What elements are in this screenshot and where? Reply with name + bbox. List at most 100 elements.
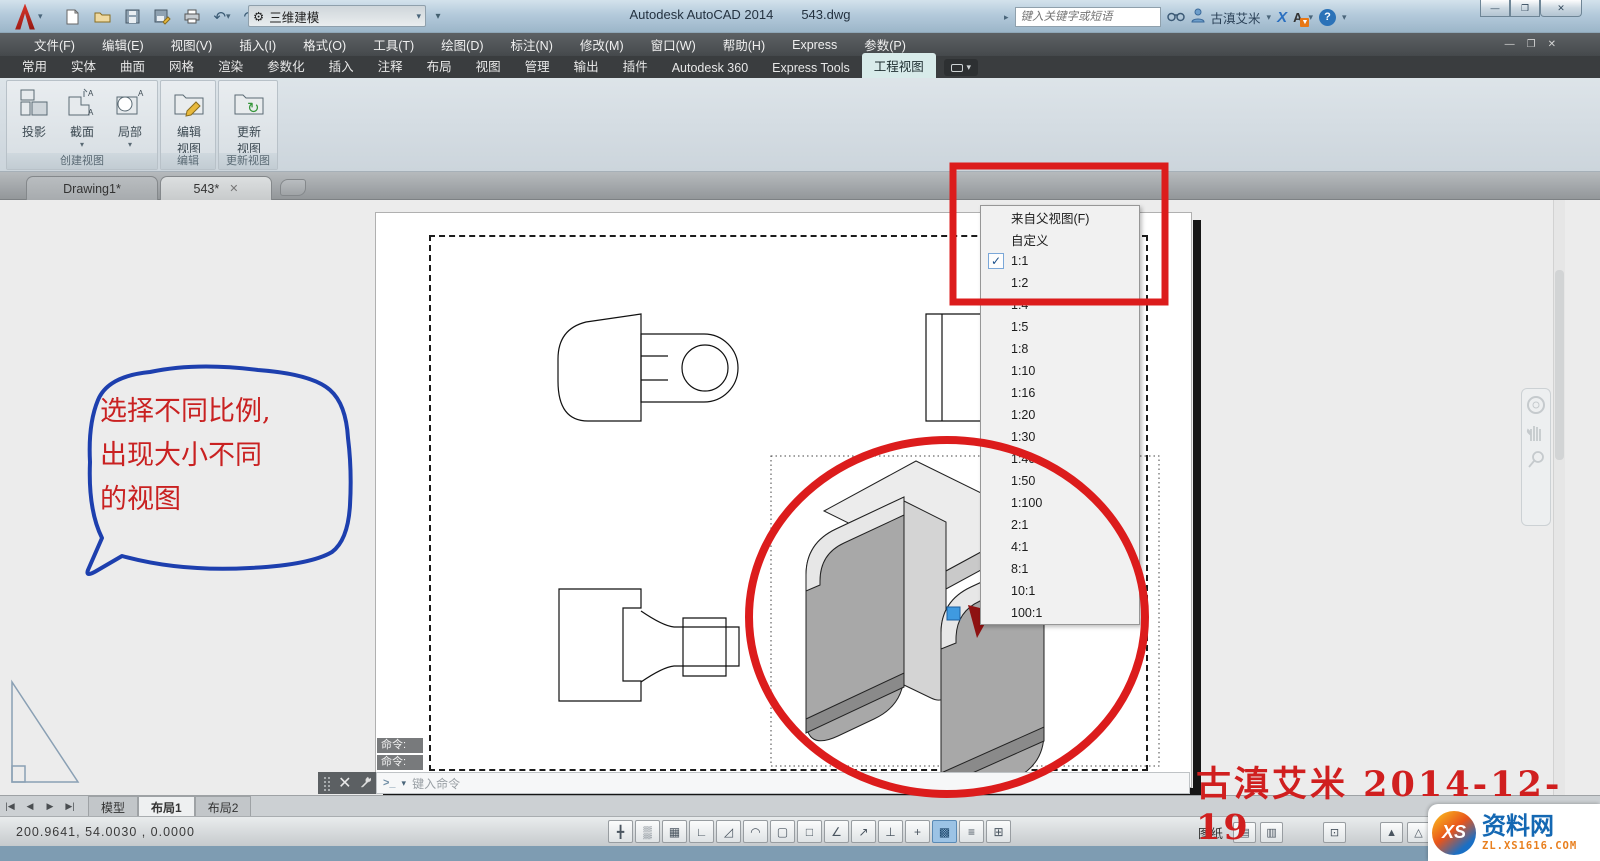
scale-option-4-1[interactable]: 4:1 xyxy=(981,536,1139,558)
menu-help[interactable]: 帮助(H) xyxy=(723,35,765,54)
quick-properties-toggle[interactable]: ≡ xyxy=(959,820,984,843)
isodraft-toggle[interactable]: ◠ xyxy=(743,820,768,843)
command-bar-grip[interactable]: ✕ xyxy=(318,772,376,794)
scale-option-1-2[interactable]: 1:2 xyxy=(981,272,1139,294)
ribbon-display-button[interactable]: ▾ xyxy=(944,59,978,76)
close-button[interactable]: ✕ xyxy=(1540,0,1582,17)
selection-cycling-toggle[interactable]: ⊞ xyxy=(986,820,1011,843)
panel-label-edit[interactable]: 编辑 xyxy=(161,153,215,169)
menu-file[interactable]: 文件(F) xyxy=(34,35,75,54)
scale-option-1-30[interactable]: 1:30 xyxy=(981,426,1139,448)
scale-option-1-40[interactable]: 1:40 xyxy=(981,448,1139,470)
command-input[interactable]: >_ ▾ 键入命令 xyxy=(376,772,1190,794)
new-file-button[interactable] xyxy=(60,5,84,28)
menu-parameters[interactable]: 参数(P) xyxy=(864,35,906,54)
ribbon-tab-surface[interactable]: 曲面 xyxy=(108,53,157,78)
grip-square[interactable] xyxy=(947,607,960,620)
tab-layout1[interactable]: 布局1 xyxy=(138,796,195,818)
scale-option-1-8[interactable]: 1:8 xyxy=(981,338,1139,360)
scale-option-1-1-checked[interactable]: ✓1:1 xyxy=(981,250,1139,272)
grid-dots-toggle[interactable]: ▒ xyxy=(635,820,660,843)
update-view-button[interactable]: ↻ 更新 视图 xyxy=(226,85,272,157)
scale-option-1-50[interactable]: 1:50 xyxy=(981,470,1139,492)
save-button[interactable] xyxy=(120,5,144,28)
exchange-apps-icon[interactable]: X xyxy=(1277,9,1287,26)
menu-edit[interactable]: 编辑(E) xyxy=(102,35,144,54)
scale-option-1-20[interactable]: 1:20 xyxy=(981,404,1139,426)
ribbon-tab-render[interactable]: 渲染 xyxy=(206,53,255,78)
menu-draw[interactable]: 绘图(D) xyxy=(441,35,483,54)
scale-option-10-1[interactable]: 10:1 xyxy=(981,580,1139,602)
panel-label-update-view[interactable]: 更新视图 xyxy=(219,153,277,169)
first-layout-button[interactable]: |◀ xyxy=(0,801,20,812)
ribbon-tab-output[interactable]: 输出 xyxy=(562,53,611,78)
last-layout-button[interactable]: ▶| xyxy=(60,801,80,812)
close-icon[interactable]: ✕ xyxy=(338,773,351,793)
workspace-selector[interactable]: ⚙ 三维建模 ▾ xyxy=(248,5,426,27)
projection-view-button[interactable]: 投影 xyxy=(11,85,57,140)
search-binoculars-icon[interactable] xyxy=(1167,9,1185,25)
ribbon-tab-autodesk360[interactable]: Autodesk 360 xyxy=(660,58,760,78)
new-drawing-button[interactable] xyxy=(280,179,306,196)
ribbon-tab-view[interactable]: 视图 xyxy=(464,53,513,78)
file-tab-drawing1[interactable]: Drawing1* xyxy=(26,176,158,200)
open-file-button[interactable] xyxy=(90,5,114,28)
chevron-down-icon[interactable]: ▾ xyxy=(402,778,407,789)
front-view[interactable] xyxy=(559,589,739,701)
minimize-button[interactable]: — xyxy=(1480,0,1510,17)
save-as-button[interactable] xyxy=(150,5,174,28)
ribbon-tab-plugins[interactable]: 插件 xyxy=(611,53,660,78)
wrench-icon[interactable] xyxy=(358,776,371,790)
scale-option-1-4[interactable]: 1:4 xyxy=(981,294,1139,316)
ribbon-tab-manage[interactable]: 管理 xyxy=(513,53,562,78)
scale-option-from-parent[interactable]: 来自父视图(F) xyxy=(981,206,1139,228)
menu-express[interactable]: Express xyxy=(792,38,837,52)
application-menu-button[interactable]: ▾ xyxy=(8,1,54,32)
doc-close-button[interactable]: ✕ xyxy=(1548,39,1556,50)
infocenter-collapse-icon[interactable]: ▸ xyxy=(1004,12,1009,23)
help-button[interactable]: ? xyxy=(1319,9,1336,26)
file-tab-543[interactable]: 543* ✕ xyxy=(160,176,272,200)
dynamic-ucs-toggle[interactable]: ↗ xyxy=(851,820,876,843)
undo-button[interactable]: ↶▾ xyxy=(210,5,234,28)
ortho-toggle[interactable]: ∟ xyxy=(689,820,714,843)
menu-insert[interactable]: 插入(I) xyxy=(239,35,276,54)
otrack-toggle[interactable]: ∠ xyxy=(824,820,849,843)
ribbon-tab-layout[interactable]: 布局 xyxy=(415,53,464,78)
osnap-toggle[interactable]: ▢ xyxy=(770,820,795,843)
polar-toggle[interactable]: ◿ xyxy=(716,820,741,843)
lineweight-toggle[interactable]: + xyxy=(905,820,930,843)
close-tab-icon[interactable]: ✕ xyxy=(229,182,238,195)
ribbon-tab-parametric[interactable]: 参数化 xyxy=(255,53,317,78)
search-input[interactable] xyxy=(1015,7,1161,27)
plot-button[interactable] xyxy=(180,5,204,28)
scale-option-1-10[interactable]: 1:10 xyxy=(981,360,1139,382)
menu-window[interactable]: 窗口(W) xyxy=(651,35,696,54)
doc-minimize-button[interactable]: — xyxy=(1505,39,1515,50)
detail-view-button[interactable]: A 局部 ▾ xyxy=(107,85,153,149)
autodesk360-icon[interactable]: A▼ xyxy=(1293,10,1302,25)
chevron-down-icon[interactable]: ▾ xyxy=(1267,12,1272,23)
vertical-scrollbar[interactable] xyxy=(1553,200,1565,795)
scale-option-1-5[interactable]: 1:5 xyxy=(981,316,1139,338)
grid-toggle[interactable]: ▦ xyxy=(662,820,687,843)
ribbon-tab-solid[interactable]: 实体 xyxy=(59,53,108,78)
scale-option-1-16[interactable]: 1:16 xyxy=(981,382,1139,404)
menu-modify[interactable]: 修改(M) xyxy=(580,35,624,54)
scale-option-custom[interactable]: 自定义 xyxy=(981,228,1139,250)
ribbon-tab-express-tools[interactable]: Express Tools xyxy=(760,58,862,78)
dynamic-input-toggle[interactable]: ⊥ xyxy=(878,820,903,843)
scale-option-2-1[interactable]: 2:1 xyxy=(981,514,1139,536)
scale-option-100-1[interactable]: 100:1 xyxy=(981,602,1139,624)
toolbar-options-button[interactable]: ▾ xyxy=(430,5,446,27)
edit-view-button[interactable]: 编辑 视图 xyxy=(166,85,212,157)
navigation-bar[interactable] xyxy=(1521,388,1551,526)
maximize-button[interactable]: ❐ xyxy=(1510,0,1540,17)
scrollbar-thumb[interactable] xyxy=(1555,270,1564,460)
menu-dimension[interactable]: 标注(N) xyxy=(511,35,553,54)
panel-label-create-view[interactable]: 创建视图 xyxy=(7,153,157,169)
menu-format[interactable]: 格式(O) xyxy=(303,35,346,54)
snap-toggle[interactable]: ╋ xyxy=(608,820,633,843)
next-layout-button[interactable]: ▶ xyxy=(40,801,60,812)
ribbon-tab-home[interactable]: 常用 xyxy=(10,53,59,78)
